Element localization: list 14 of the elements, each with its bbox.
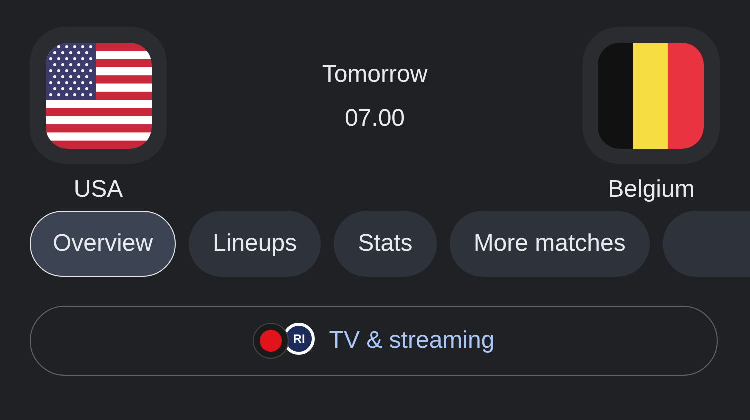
flag-icon — [598, 42, 704, 148]
tv-streaming-button[interactable]: RI TV & streaming — [30, 306, 718, 376]
tab[interactable]: More matches — [450, 211, 650, 277]
flag-icon — [46, 42, 152, 148]
match-day: Tomorrow — [322, 57, 428, 93]
team-name: USA — [74, 175, 124, 205]
channel-logo: RI — [283, 323, 316, 355]
channel-logo — [253, 323, 290, 359]
match-time: 07.00 — [344, 104, 406, 134]
tab[interactable]: Overview — [30, 211, 176, 277]
team-name: Belgium — [608, 175, 695, 205]
tab[interactable] — [662, 211, 750, 277]
tab[interactable]: Lineups — [189, 211, 322, 277]
tab[interactable]: Stats — [334, 211, 437, 277]
